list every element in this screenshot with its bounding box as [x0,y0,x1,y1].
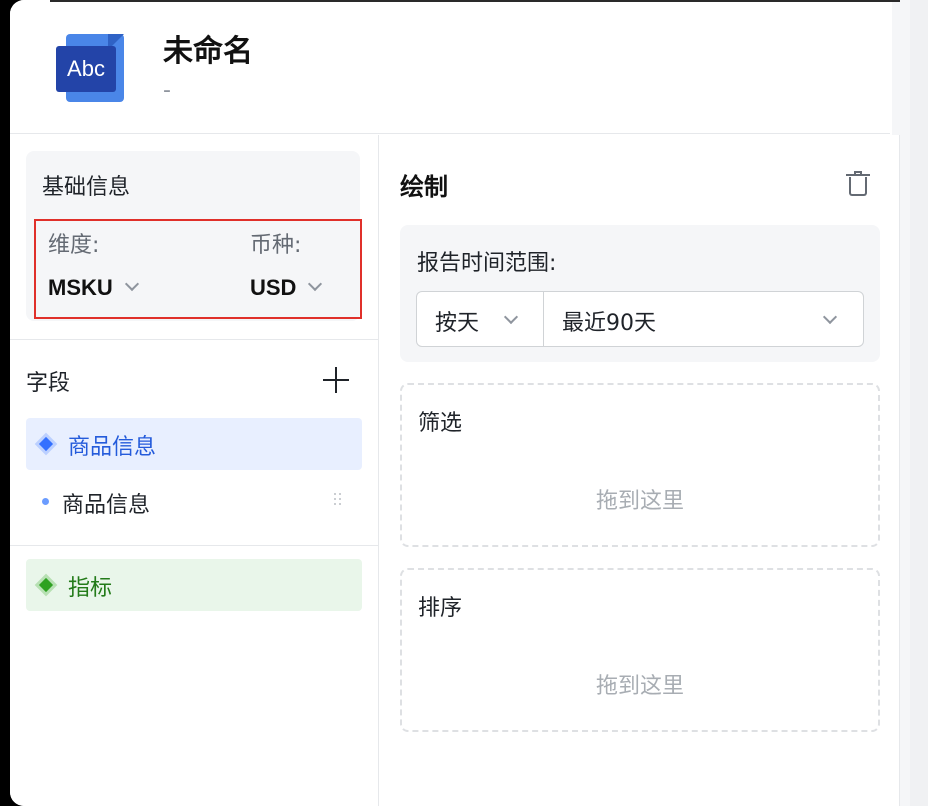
report-title[interactable]: 未命名 [163,26,253,70]
bullet-icon [42,498,49,505]
drag-handle-icon[interactable] [334,493,344,509]
filter-hint: 拖到这里 [595,489,684,514]
chevron-down-icon [503,309,519,325]
field-group-product-info[interactable]: 商品信息 [26,418,362,470]
dimension-value: MSKU [48,275,113,300]
top-border [50,0,900,2]
document-abc-icon: Abc [56,34,124,102]
report-header: Abc 未命名 - [10,0,890,134]
left-panel: 基础信息 维度: 币种: MSKU USD 字段 商品信息 商品信息 指标 [10,135,379,806]
basic-info-card: 基础信息 维度: 币种: MSKU USD [26,151,362,321]
field-item[interactable]: 商品信息 [26,479,362,523]
basic-info-title: 基础信息 [42,175,131,200]
sort-dropzone[interactable]: 排序 拖到这里 [400,568,880,732]
divider [10,545,379,546]
dimension-select[interactable]: MSKU [48,275,139,301]
field-group-label: 商品信息 [68,435,157,460]
sort-title: 排序 [418,596,463,621]
doc-icon-text: Abc [56,46,116,92]
currency-select[interactable]: USD [250,275,323,301]
app-window: Abc 未命名 - 基础信息 维度: 币种: MSKU USD 字段 商品信息 … [10,0,928,806]
draw-panel: 绘制 报告时间范围: 按天 最近90天 筛选 拖到这里 排序 拖到这里 [380,135,900,806]
fields-title: 字段 [26,371,71,396]
field-group-label: 指标 [68,576,113,601]
filter-dropzone[interactable]: 筛选 拖到这里 [400,383,880,547]
currency-label: 币种: [250,233,302,258]
chevron-down-icon [308,276,323,292]
report-subtitle[interactable]: - [163,78,171,103]
range-period-select[interactable]: 最近90天 [544,292,863,346]
range-period-value: 最近90天 [562,311,656,336]
report-range-label: 报告时间范围: [417,251,557,276]
right-panel-edge-inner [910,0,928,806]
sort-hint: 拖到这里 [595,674,684,699]
report-range-card: 报告时间范围: 按天 最近90天 [400,225,880,362]
draw-title: 绘制 [400,173,448,201]
report-range-control: 按天 最近90天 [416,291,864,347]
range-unit-value: 按天 [435,311,480,336]
diamond-icon [38,577,54,593]
currency-value: USD [250,275,297,300]
add-field-button[interactable] [323,367,351,395]
divider [10,339,379,340]
basic-info-highlight: 维度: 币种: MSKU USD [34,219,362,319]
trash-icon[interactable] [846,171,870,197]
chevron-down-icon [124,276,139,292]
filter-title: 筛选 [418,411,463,436]
field-item-label: 商品信息 [62,493,151,518]
diamond-icon [38,436,54,452]
range-unit-select[interactable]: 按天 [417,292,544,346]
dimension-label: 维度: [48,233,100,258]
chevron-down-icon [822,309,838,325]
field-group-metrics[interactable]: 指标 [26,559,362,611]
